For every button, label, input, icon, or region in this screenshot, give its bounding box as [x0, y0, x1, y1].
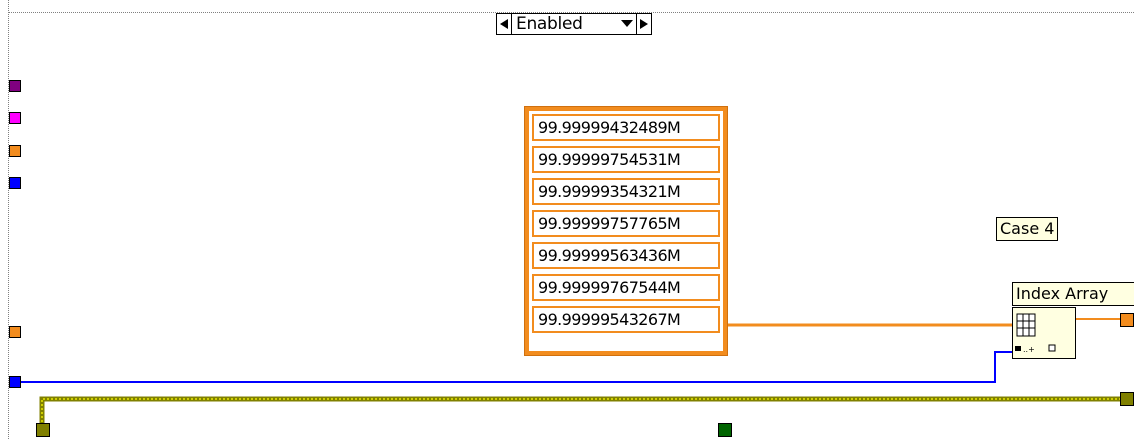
- array-element[interactable]: 99.99999563436M: [532, 242, 720, 269]
- array-element[interactable]: 99.99999543267M: [532, 306, 720, 333]
- index-array-node[interactable]: ..+: [1012, 307, 1076, 359]
- blue-wire[interactable]: [20, 351, 1012, 383]
- array-element[interactable]: 99.99999754531M: [532, 146, 720, 173]
- tunnel-green-bottom[interactable]: [718, 423, 732, 437]
- array-constant-body: 99.99999432489M 99.99999754531M 99.99999…: [529, 111, 723, 351]
- cluster-wire-inner: [41, 398, 1122, 426]
- tunnel-purple[interactable]: [9, 80, 21, 92]
- array-element[interactable]: 99.99999767544M: [532, 274, 720, 301]
- tunnel-orange-2[interactable]: [9, 326, 21, 338]
- tunnel-blue[interactable]: [9, 177, 21, 189]
- cluster-wire[interactable]: [39, 396, 1122, 426]
- tunnel-olive-bottom[interactable]: [36, 423, 50, 437]
- array-constant[interactable]: 99.99999432489M 99.99999754531M 99.99999…: [524, 106, 728, 356]
- tunnel-orange-right[interactable]: [1120, 313, 1134, 327]
- array-element[interactable]: 99.99999354321M: [532, 178, 720, 205]
- index-array-icon: ..+: [1015, 313, 1056, 354]
- tunnel-olive-right[interactable]: [1120, 392, 1134, 406]
- index-array-label: Index Array: [1012, 282, 1134, 306]
- tunnel-blue-2[interactable]: [9, 376, 21, 388]
- svg-text:..+: ..+: [1023, 345, 1035, 354]
- array-element[interactable]: 99.99999757765M: [532, 210, 720, 237]
- tunnel-magenta[interactable]: [9, 112, 21, 124]
- array-element[interactable]: 99.99999432489M: [532, 114, 720, 141]
- tunnel-orange[interactable]: [9, 145, 21, 157]
- case-label: Case 4: [996, 217, 1059, 241]
